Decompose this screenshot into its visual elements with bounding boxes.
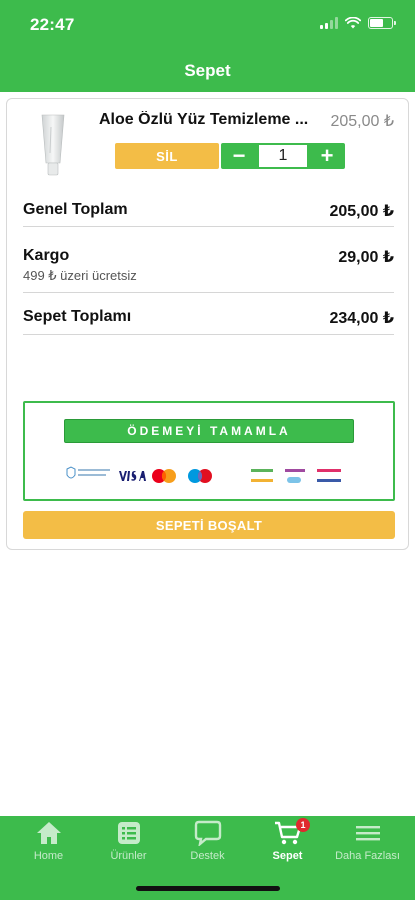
visa-logo xyxy=(117,469,146,483)
cart-card: Aloe Özlü Yüz Temizleme ... 205,00 ₺ SİL… xyxy=(6,98,409,550)
tab-more-label: Daha Fazlası xyxy=(335,850,400,862)
decrease-quantity-button[interactable]: − xyxy=(221,143,257,169)
battery-icon xyxy=(368,17,396,29)
chat-icon xyxy=(194,820,221,846)
tab-support-label: Destek xyxy=(190,850,225,862)
general-total-label: Genel Toplam xyxy=(23,201,128,218)
clear-cart-button[interactable]: SEPETİ BOŞALT xyxy=(23,511,395,539)
product-thumbnail[interactable] xyxy=(37,113,69,177)
status-time: 22:47 xyxy=(30,15,75,34)
payment-box: ÖDEMEYİ TAMAMLA xyxy=(23,401,395,501)
secure-shield-icon xyxy=(66,466,110,479)
home-indicator xyxy=(136,886,280,891)
app-header: 22:47 Sepet xyxy=(0,0,415,92)
list-icon xyxy=(117,822,140,844)
tab-cart[interactable]: 1 Sepet xyxy=(246,818,329,870)
shipping-label: Kargo xyxy=(23,247,70,264)
general-total-value: 205,00 ₺ xyxy=(329,203,394,220)
menu-icon xyxy=(355,826,380,841)
tab-home[interactable]: Home xyxy=(7,820,90,870)
tab-home-label: Home xyxy=(33,850,64,862)
page-title: Sepet xyxy=(184,61,231,80)
product-name[interactable]: Aloe Özlü Yüz Temizleme ... xyxy=(99,111,329,129)
tab-cart-label: Sepet xyxy=(272,850,303,862)
wifi-icon xyxy=(345,17,361,29)
shipping-note: 499 ₺ üzeri ücretsiz xyxy=(23,268,137,283)
mastercard-logo xyxy=(152,469,176,483)
status-icons xyxy=(320,17,396,29)
tab-products-label: Ürünler xyxy=(110,850,147,862)
increase-quantity-button[interactable]: + xyxy=(309,143,345,169)
quantity-field[interactable]: 1 xyxy=(259,145,307,167)
delete-item-button[interactable]: SİL xyxy=(115,143,219,169)
installment-card-logos xyxy=(251,469,341,483)
quantity-stepper: − 1 + xyxy=(221,143,345,169)
payment-logos xyxy=(66,466,341,483)
cart-count-badge: 1 xyxy=(296,818,310,832)
complete-payment-button[interactable]: ÖDEMEYİ TAMAMLA xyxy=(64,419,354,443)
general-total-row: Genel Toplam 205,00 ₺ xyxy=(23,195,394,227)
cart-total-label: Sepet Toplamı xyxy=(23,308,132,325)
tab-products[interactable]: Ürünler xyxy=(87,820,170,870)
home-icon xyxy=(36,822,61,844)
product-price: 205,00 ₺ xyxy=(330,113,394,130)
cart-total-value: 234,00 ₺ xyxy=(329,310,394,327)
maestro-logo xyxy=(188,469,212,483)
cart-total-row: Sepet Toplamı 234,00 ₺ xyxy=(23,303,394,335)
cellular-signal-icon xyxy=(320,17,338,29)
shipping-value: 29,00 ₺ xyxy=(338,249,394,266)
tab-support[interactable]: Destek xyxy=(166,820,249,870)
tab-more[interactable]: Daha Fazlası xyxy=(326,820,409,870)
shipping-row: Kargo 29,00 ₺ 499 ₺ üzeri ücretsiz xyxy=(23,237,394,293)
